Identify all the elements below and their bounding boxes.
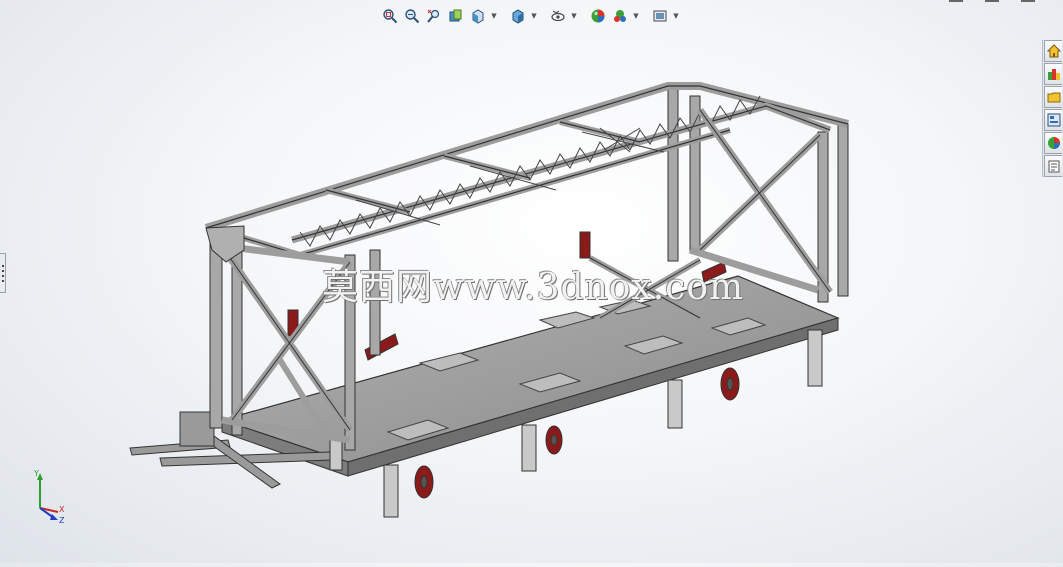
scene-icon [614, 10, 626, 22]
triad-x-label: X [59, 505, 65, 514]
display-style-button[interactable] [508, 6, 528, 26]
home-icon [1046, 44, 1061, 58]
tab-file-explorer[interactable] [1044, 86, 1062, 108]
tab-resources[interactable] [1044, 40, 1062, 62]
apply-scene-button[interactable] [610, 6, 630, 26]
hide-show-dropdown[interactable]: ▼ [570, 6, 578, 26]
view-settings-dropdown[interactable]: ▼ [672, 6, 680, 26]
view-orientation-icon [472, 9, 484, 24]
minimize-icon[interactable] [949, 0, 963, 2]
tab-view-palette[interactable] [1044, 109, 1062, 131]
triad-z-label: Z [59, 516, 65, 524]
zoom-fit-icon [383, 9, 398, 24]
previous-view-icon [427, 9, 440, 23]
library-icon [1047, 69, 1060, 80]
view-settings-button[interactable] [650, 6, 670, 26]
view-orientation-dropdown[interactable]: ▼ [490, 6, 498, 26]
appearance-icon [591, 9, 605, 23]
display-style-icon [512, 9, 524, 24]
hide-show-icon [551, 10, 565, 22]
edit-appearance-button[interactable] [588, 6, 608, 26]
close-icon[interactable] [1021, 0, 1035, 2]
graphics-area[interactable] [0, 0, 1063, 563]
window-controls[interactable] [949, 0, 1035, 2]
section-view-icon [449, 9, 462, 22]
heads-up-view-toolbar: ▼ ▼ ▼ ▼ ▼ [380, 4, 680, 28]
previous-view-button[interactable] [424, 6, 444, 26]
appearance-sphere-icon [1047, 137, 1060, 149]
apply-scene-dropdown[interactable]: ▼ [632, 6, 640, 26]
feature-manager-collapse-handle[interactable] [0, 253, 6, 293]
section-view-button[interactable] [446, 6, 466, 26]
palette-icon [1047, 113, 1060, 127]
zoom-to-area-button[interactable] [402, 6, 422, 26]
display-style-dropdown[interactable]: ▼ [530, 6, 538, 26]
tab-appearances[interactable] [1044, 132, 1062, 154]
reference-triad: Y X Z [33, 469, 65, 524]
cad-model-trailer-frame [129, 82, 849, 518]
properties-icon [1048, 160, 1059, 173]
zoom-to-fit-button[interactable] [380, 6, 400, 26]
restore-icon[interactable] [985, 0, 999, 2]
triad-y-label: Y [33, 469, 39, 478]
zoom-area-icon [405, 9, 420, 24]
view-orientation-button[interactable] [468, 6, 488, 26]
tab-custom-properties[interactable] [1044, 155, 1062, 177]
view-settings-icon [653, 10, 667, 22]
folder-icon [1047, 92, 1060, 103]
task-pane-tabs [1042, 40, 1063, 177]
hide-show-items-button[interactable] [548, 6, 568, 26]
tab-design-library[interactable] [1044, 63, 1062, 85]
